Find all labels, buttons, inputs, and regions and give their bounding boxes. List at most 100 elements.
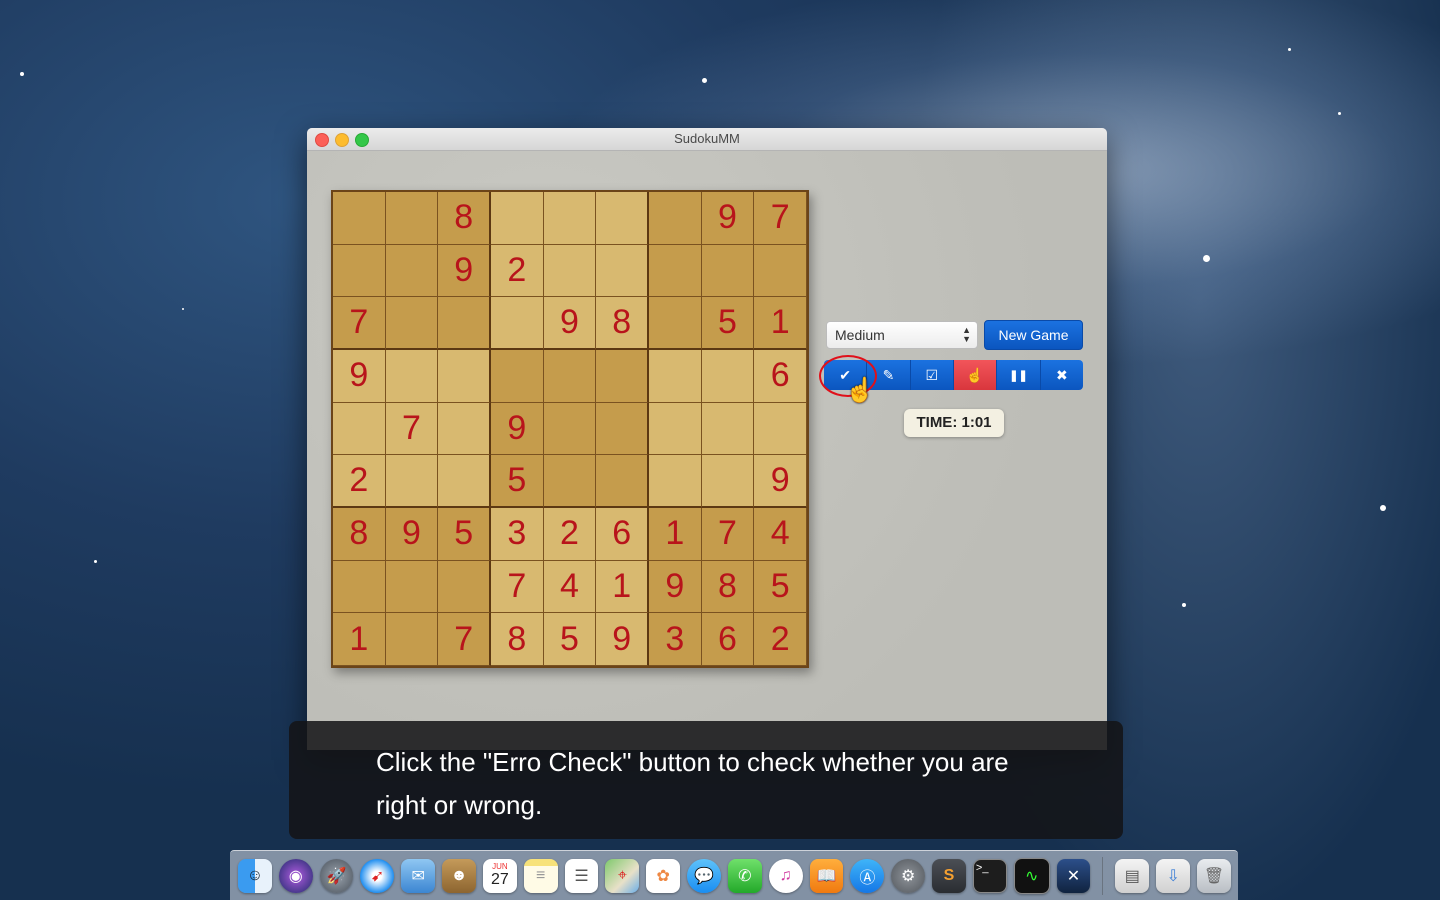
- sudoku-cell[interactable]: 8: [596, 297, 649, 350]
- sudoku-cell[interactable]: [438, 560, 491, 614]
- sudoku-cell[interactable]: [596, 455, 649, 508]
- sudoku-cell[interactable]: 1: [649, 508, 702, 561]
- sudoku-cell[interactable]: 7: [754, 192, 807, 245]
- sudoku-cell[interactable]: [438, 350, 491, 403]
- sudoku-cell[interactable]: 9: [385, 508, 439, 561]
- sudoku-cell[interactable]: [333, 192, 386, 245]
- sudoku-cell[interactable]: [543, 244, 597, 298]
- sudoku-cell[interactable]: [649, 244, 702, 298]
- sudoku-cell[interactable]: 9: [491, 402, 544, 456]
- sudoku-cell[interactable]: [649, 350, 702, 403]
- sudoku-cell[interactable]: [649, 402, 702, 456]
- sudoku-cell[interactable]: 9: [543, 297, 597, 350]
- sudoku-cell[interactable]: [385, 455, 439, 508]
- sudoku-cell[interactable]: 7: [385, 402, 439, 456]
- hint-button[interactable]: ☝: [953, 360, 998, 390]
- ibooks-icon[interactable]: 📖: [809, 858, 844, 893]
- xquartz-icon[interactable]: ✕: [1056, 858, 1091, 893]
- sudoku-cell[interactable]: 7: [701, 508, 755, 561]
- sudoku-cell[interactable]: 7: [333, 297, 386, 350]
- messages-icon[interactable]: 💬: [687, 858, 721, 893]
- trash-icon[interactable]: 🗑: [1197, 858, 1231, 893]
- close-window-button[interactable]: [315, 133, 329, 147]
- launchpad-icon[interactable]: 🚀: [319, 858, 354, 893]
- pause-button[interactable]: ❚❚: [997, 360, 1041, 390]
- mail-icon[interactable]: ✉: [401, 858, 436, 893]
- sudoku-cell[interactable]: [438, 455, 491, 508]
- sudoku-cell[interactable]: [333, 560, 386, 614]
- activity-monitor-icon[interactable]: ∿: [1013, 857, 1050, 894]
- sublime-text-icon[interactable]: S: [932, 858, 966, 893]
- sudoku-cell[interactable]: [491, 350, 544, 403]
- new-game-button[interactable]: New Game: [984, 320, 1083, 350]
- sudoku-cell[interactable]: 7: [491, 560, 544, 614]
- system-preferences-icon[interactable]: ⚙: [891, 858, 926, 893]
- sudoku-cell[interactable]: [385, 560, 439, 614]
- sudoku-cell[interactable]: 8: [701, 560, 755, 614]
- sudoku-cell[interactable]: [491, 297, 544, 350]
- sudoku-cell[interactable]: [385, 350, 439, 403]
- sudoku-cell[interactable]: [385, 192, 439, 245]
- sudoku-cell[interactable]: [333, 244, 386, 298]
- sudoku-cell[interactable]: 5: [543, 613, 597, 666]
- sudoku-cell[interactable]: [701, 402, 755, 456]
- sudoku-cell[interactable]: 2: [491, 244, 544, 298]
- sudoku-cell[interactable]: 3: [491, 508, 544, 561]
- sudoku-cell[interactable]: [754, 402, 807, 456]
- sudoku-cell[interactable]: [649, 455, 702, 508]
- quit-button[interactable]: ✖: [1040, 360, 1083, 390]
- edit-check-button[interactable]: ☑: [910, 360, 954, 390]
- sudoku-cell[interactable]: 9: [333, 350, 386, 403]
- downloads-folder-icon[interactable]: ⇩: [1156, 858, 1191, 893]
- sudoku-cell[interactable]: 5: [754, 560, 807, 614]
- maps-icon[interactable]: ⌖: [605, 858, 640, 893]
- sudoku-cell[interactable]: [596, 402, 649, 456]
- sudoku-cell[interactable]: [385, 297, 439, 350]
- sudoku-cell[interactable]: [385, 613, 439, 666]
- documents-folder-icon[interactable]: ▤: [1115, 858, 1150, 893]
- siri-icon[interactable]: ◉: [278, 858, 313, 893]
- sudoku-cell[interactable]: 9: [596, 613, 649, 666]
- sudoku-cell[interactable]: 2: [543, 508, 597, 561]
- safari-icon[interactable]: ➹: [360, 858, 395, 893]
- sudoku-cell[interactable]: [438, 297, 491, 350]
- contacts-icon[interactable]: ☻: [442, 858, 476, 893]
- sudoku-cell[interactable]: 4: [754, 508, 807, 561]
- sudoku-cell[interactable]: [543, 350, 597, 403]
- sudoku-cell[interactable]: [701, 455, 755, 508]
- sudoku-cell[interactable]: 8: [438, 192, 491, 245]
- app-store-icon[interactable]: Ⓐ: [850, 858, 885, 893]
- sudoku-cell[interactable]: 1: [596, 560, 649, 614]
- sudoku-cell[interactable]: 8: [491, 613, 544, 666]
- sudoku-cell[interactable]: [491, 192, 544, 245]
- sudoku-cell[interactable]: 1: [333, 613, 386, 666]
- sudoku-cell[interactable]: [543, 455, 597, 508]
- sudoku-cell[interactable]: [596, 244, 649, 298]
- sudoku-cell[interactable]: 9: [701, 192, 755, 245]
- sudoku-cell[interactable]: 5: [491, 455, 544, 508]
- sudoku-cell[interactable]: 5: [438, 508, 491, 561]
- notes-icon[interactable]: ≡: [523, 858, 558, 893]
- difficulty-select[interactable]: Medium ▲ ▼: [826, 321, 978, 349]
- itunes-icon[interactable]: ♫: [768, 858, 803, 893]
- sudoku-cell[interactable]: 5: [701, 297, 755, 350]
- sudoku-cell[interactable]: 8: [333, 508, 386, 561]
- sudoku-cell[interactable]: 9: [438, 244, 491, 298]
- photos-icon[interactable]: ✿: [646, 858, 681, 893]
- sudoku-cell[interactable]: 6: [754, 350, 807, 403]
- sudoku-cell[interactable]: 9: [649, 560, 702, 614]
- sudoku-cell[interactable]: [596, 350, 649, 403]
- sudoku-cell[interactable]: [649, 192, 702, 245]
- sudoku-cell[interactable]: 4: [543, 560, 597, 614]
- sudoku-cell[interactable]: [649, 297, 702, 350]
- facetime-icon[interactable]: ✆: [727, 858, 762, 893]
- sudoku-cell[interactable]: [701, 350, 755, 403]
- minimize-window-button[interactable]: [335, 133, 349, 147]
- sudoku-cell[interactable]: [333, 402, 386, 456]
- reminders-icon[interactable]: ☰: [564, 858, 599, 893]
- finder-icon[interactable]: ☺: [238, 858, 272, 893]
- sudoku-cell[interactable]: 6: [701, 613, 755, 666]
- sudoku-cell[interactable]: [754, 244, 807, 298]
- sudoku-cell[interactable]: [701, 244, 755, 298]
- zoom-window-button[interactable]: [355, 133, 369, 147]
